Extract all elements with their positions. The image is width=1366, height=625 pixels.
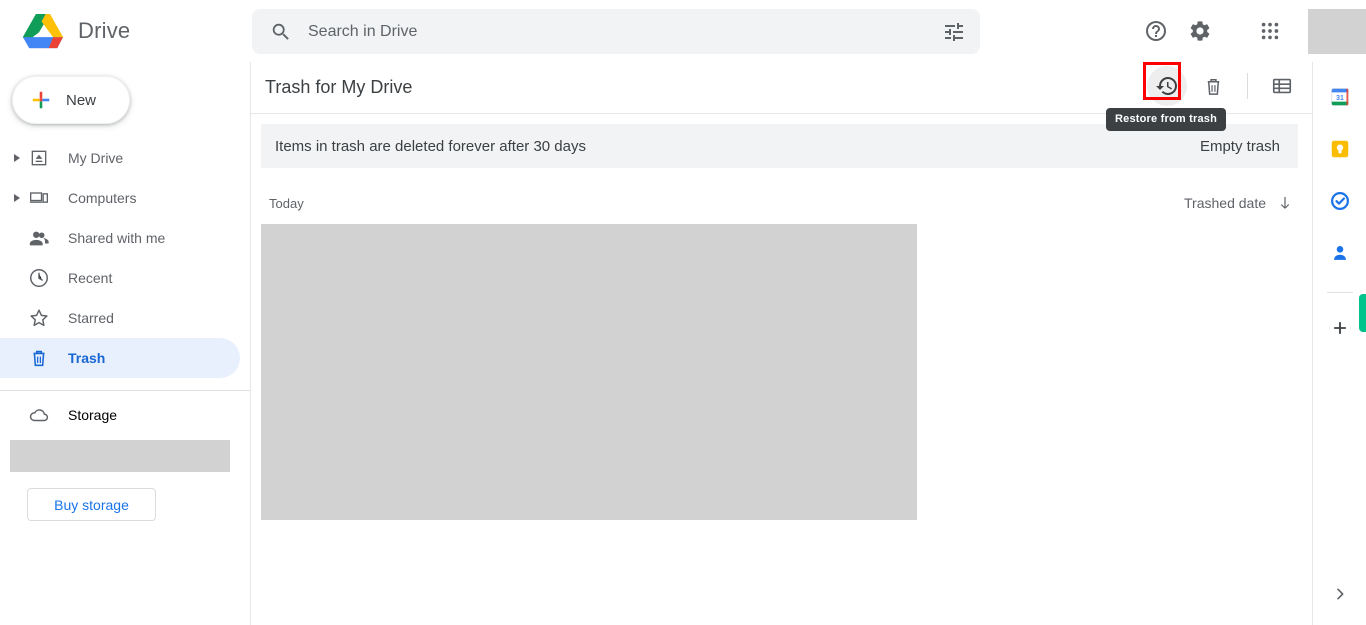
search-icon xyxy=(272,23,289,40)
star-icon xyxy=(28,307,50,329)
sidebar-label: Trash xyxy=(68,350,106,366)
search-input[interactable] xyxy=(292,22,942,41)
sort-control[interactable]: Trashed date xyxy=(1184,194,1294,212)
list-view-button[interactable] xyxy=(1262,66,1302,106)
sidebar-nav: My Drive Computers Shared with me Recent… xyxy=(0,138,250,378)
file-list-content xyxy=(261,224,917,520)
page-title: Trash for My Drive xyxy=(265,77,413,97)
group-title: Today xyxy=(269,195,304,211)
restore-tooltip: Restore from trash xyxy=(1106,108,1227,131)
left-sidebar: New My Drive Computers Shared with me Re… xyxy=(0,62,250,625)
restore-from-trash-button[interactable] xyxy=(1143,62,1187,106)
list-view-icon xyxy=(1272,78,1292,94)
delete-forever-button[interactable] xyxy=(1193,66,1233,106)
new-button[interactable]: New xyxy=(12,76,130,124)
chevron-right-icon xyxy=(1336,588,1343,600)
side-panel-green-chip[interactable] xyxy=(1359,294,1366,332)
settings-button[interactable] xyxy=(1178,9,1222,53)
chevron-right-icon[interactable] xyxy=(12,153,22,163)
buy-storage-button[interactable]: Buy storage xyxy=(27,488,156,521)
google-contacts-icon xyxy=(1333,246,1346,260)
help-circle-icon xyxy=(1146,21,1166,41)
empty-trash-button[interactable]: Empty trash xyxy=(1200,138,1280,155)
sidebar-label: Starred xyxy=(68,310,114,326)
sidebar-item-starred[interactable]: Starred xyxy=(0,298,240,338)
google-calendar-icon: 31 xyxy=(1330,88,1349,106)
trash-info-text: Items in trash are deleted forever after… xyxy=(275,137,586,155)
plus-icon xyxy=(1333,322,1346,334)
side-panel-rail: 31 xyxy=(1312,62,1366,625)
plus-multicolor-icon xyxy=(32,91,50,109)
brand-area[interactable]: Drive xyxy=(0,0,250,62)
google-apps-button[interactable] xyxy=(1248,9,1292,53)
file-list-header: Today Trashed date xyxy=(261,194,1298,212)
sidebar-label: Computers xyxy=(68,190,137,206)
sidebar-item-storage[interactable]: Storage xyxy=(0,395,250,435)
sidebar-label: Shared with me xyxy=(68,230,166,246)
arrow-down-icon xyxy=(1280,197,1290,209)
cloud-icon xyxy=(28,404,50,426)
my-drive-icon xyxy=(28,147,50,169)
restore-from-trash-icon xyxy=(1156,77,1177,95)
expand-panel-button[interactable] xyxy=(1323,577,1357,611)
top-right-actions xyxy=(1134,0,1366,62)
search-bar[interactable] xyxy=(252,9,980,54)
trash-icon xyxy=(28,347,50,369)
add-app-button[interactable] xyxy=(1323,311,1357,345)
top-bar: Drive xyxy=(0,0,1366,62)
sidebar-item-shared-with-me[interactable]: Shared with me xyxy=(0,218,240,258)
gear-icon xyxy=(1190,21,1210,41)
sidebar-item-my-drive[interactable]: My Drive xyxy=(0,138,240,178)
google-keep-icon xyxy=(1331,140,1348,158)
storage-label: Storage xyxy=(68,407,118,423)
search-box[interactable] xyxy=(252,9,980,54)
toolbar-divider xyxy=(1247,73,1248,99)
new-button-label: New xyxy=(66,91,97,109)
google-tasks-button[interactable] xyxy=(1323,184,1357,218)
computers-icon xyxy=(28,187,50,209)
drive-app-window: Drive Search in Drive New My Drive Compu… xyxy=(0,0,1366,625)
brand-title: Drive xyxy=(78,18,131,43)
chevron-right-icon[interactable] xyxy=(12,193,22,203)
google-calendar-button[interactable]: 31 xyxy=(1323,80,1357,114)
storage-usage-bar xyxy=(10,440,230,472)
sidebar-divider xyxy=(0,390,250,391)
google-tasks-icon xyxy=(1330,192,1349,210)
delete-forever-icon xyxy=(1207,78,1219,95)
main-content: Trash for My Drive Restore from trash It… xyxy=(250,62,1312,625)
tune-filter-icon[interactable] xyxy=(942,20,966,44)
sidebar-item-computers[interactable]: Computers xyxy=(0,178,240,218)
google-contacts-button[interactable] xyxy=(1323,236,1357,270)
google-drive-logo xyxy=(22,13,63,49)
main-header: Trash for My Drive Restore from trash xyxy=(251,62,1312,131)
svg-text:31: 31 xyxy=(1336,95,1344,102)
rail-divider xyxy=(1326,292,1353,293)
clock-icon xyxy=(28,267,50,289)
google-keep-button[interactable] xyxy=(1323,132,1357,166)
avatar[interactable] xyxy=(1308,8,1366,54)
sidebar-label: Recent xyxy=(68,270,113,286)
sidebar-item-recent[interactable]: Recent xyxy=(0,258,240,298)
sidebar-label: My Drive xyxy=(68,150,124,166)
sidebar-item-trash[interactable]: Trash xyxy=(0,338,240,378)
help-button[interactable] xyxy=(1134,9,1178,53)
header-actions xyxy=(1143,62,1302,106)
apps-grid-icon xyxy=(1261,22,1279,40)
shared-with-me-icon xyxy=(28,227,50,249)
sort-label: Trashed date xyxy=(1184,195,1266,211)
